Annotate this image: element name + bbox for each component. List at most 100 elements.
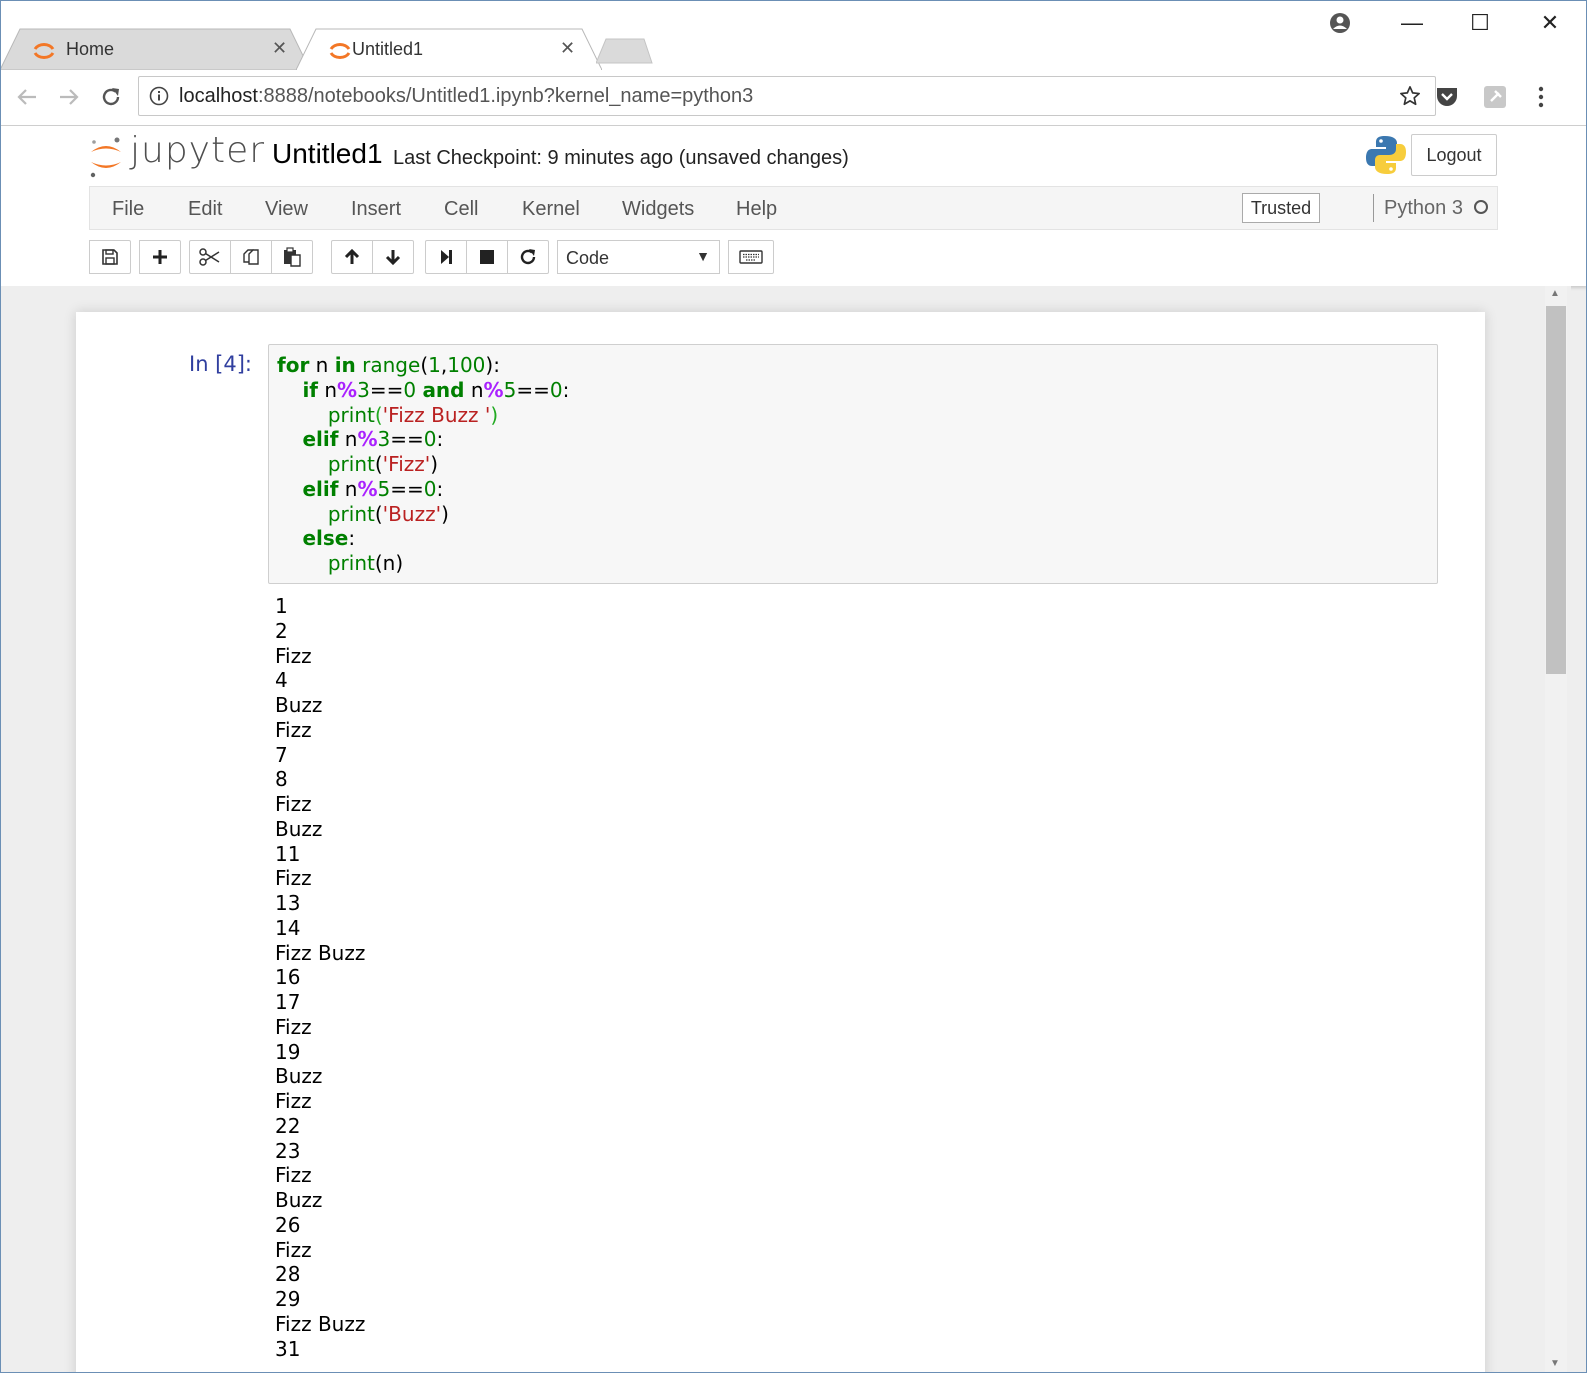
output-line: 8 bbox=[275, 767, 288, 792]
insert-group bbox=[139, 240, 181, 274]
close-window-button[interactable]: ✕ bbox=[1530, 8, 1570, 38]
code-cell-editor[interactable]: for n in range(1,100): if n%3==0 and n%5… bbox=[268, 344, 1438, 584]
run-button[interactable] bbox=[425, 240, 467, 274]
address-bar[interactable]: localhost:8888/notebooks/Untitled1.ipynb… bbox=[138, 76, 1436, 116]
output-line: Fizz bbox=[275, 1237, 312, 1262]
tab-title: Untitled1 bbox=[352, 39, 424, 59]
cut-button[interactable] bbox=[189, 240, 231, 274]
command-palette-button[interactable] bbox=[728, 240, 774, 274]
scroll-down-icon[interactable]: ▼ bbox=[1550, 1358, 1560, 1369]
maximize-button[interactable]: ☐ bbox=[1460, 8, 1500, 38]
kernel-name[interactable]: Python 3 bbox=[1373, 194, 1463, 222]
code-line: if n%3==0 and n%5==0: bbox=[302, 377, 570, 402]
pocket-icon[interactable] bbox=[1432, 82, 1462, 112]
url-path: :8888/notebooks/Untitled1.ipynb?kernel_n… bbox=[257, 85, 754, 107]
tab-title: Home bbox=[66, 39, 115, 59]
save-group bbox=[89, 240, 131, 274]
menu-widgets[interactable]: Widgets bbox=[622, 198, 694, 221]
jupyter-logo-icon[interactable] bbox=[88, 134, 124, 178]
insert-cell-button[interactable] bbox=[139, 240, 181, 274]
url-text: localhost:8888/notebooks/Untitled1.ipynb… bbox=[179, 85, 753, 108]
menu-help[interactable]: Help bbox=[736, 198, 777, 221]
cell-output: 1 2 Fizz 4 Buzz Fizz 7 8 Fizz Buzz 11 Fizz 13 14 Fizz … bbox=[275, 594, 365, 1361]
menu-edit[interactable]: Edit bbox=[188, 198, 222, 221]
output-line: 19 bbox=[275, 1039, 301, 1064]
output-line: Buzz bbox=[275, 693, 323, 717]
arrow-left-icon[interactable] bbox=[12, 82, 42, 112]
output-line: 29 bbox=[275, 1287, 301, 1311]
interrupt-button[interactable] bbox=[466, 240, 508, 274]
jupyter-spinner-icon bbox=[33, 43, 55, 59]
output-line: 4 bbox=[275, 668, 288, 693]
move-down-button[interactable] bbox=[372, 240, 414, 274]
code-line: print('Fizz Buzz ') bbox=[327, 402, 499, 427]
kernel-idle-icon bbox=[1474, 200, 1488, 214]
output-line: Fizz bbox=[275, 792, 312, 816]
move-group bbox=[331, 240, 414, 274]
output-line: Fizz Buzz bbox=[275, 940, 366, 965]
output-line: 23 bbox=[275, 1138, 301, 1163]
account-icon[interactable] bbox=[1320, 8, 1360, 38]
jupyter-header: jupyter Untitled1 Last Checkpoint: 9 min… bbox=[0, 126, 1587, 286]
restart-icon bbox=[520, 249, 536, 265]
reload-icon[interactable] bbox=[96, 82, 126, 112]
plus-icon bbox=[153, 250, 167, 264]
code-line: for n in range(1,100): bbox=[277, 353, 500, 377]
scrollbar[interactable]: ▲ ▼ bbox=[1545, 286, 1567, 1373]
output-line: 22 bbox=[275, 1113, 301, 1138]
minimize-button[interactable]: — bbox=[1392, 8, 1432, 38]
save-button[interactable] bbox=[89, 240, 131, 274]
restart-button[interactable] bbox=[507, 240, 549, 274]
output-line: 2 bbox=[275, 618, 288, 643]
command-palette-group bbox=[728, 240, 774, 274]
floppy-icon bbox=[102, 249, 118, 265]
output-line: 13 bbox=[275, 891, 301, 915]
menu-cell[interactable]: Cell bbox=[444, 198, 478, 221]
arrow-down-icon bbox=[385, 250, 401, 266]
cell-type-select[interactable]: Code ▼ bbox=[557, 240, 720, 274]
arrow-up-icon bbox=[344, 248, 360, 264]
copy-button[interactable] bbox=[230, 240, 272, 274]
output-line: 16 bbox=[275, 965, 301, 990]
paste-button[interactable] bbox=[271, 240, 313, 274]
input-prompt: In [4]: bbox=[189, 352, 252, 376]
output-line: 14 bbox=[275, 915, 301, 940]
tab-close-icon[interactable]: ✕ bbox=[272, 38, 287, 59]
trusted-indicator[interactable]: Trusted bbox=[1242, 193, 1320, 223]
jupyter-spinner-icon bbox=[329, 43, 351, 59]
code-text[interactable]: for n in range(1,100): if n%3==0 and n%5… bbox=[277, 353, 569, 576]
tab-close-icon[interactable]: ✕ bbox=[560, 38, 575, 59]
scroll-thumb[interactable] bbox=[1546, 306, 1566, 674]
code-line: elif n%5==0: bbox=[302, 476, 444, 501]
code-line: else: bbox=[302, 526, 356, 551]
kebab-menu-icon[interactable] bbox=[1526, 82, 1556, 112]
output-line: Fizz bbox=[275, 866, 312, 891]
scissors-icon bbox=[199, 248, 220, 266]
output-line: 26 bbox=[275, 1212, 301, 1237]
copy-icon bbox=[243, 249, 259, 265]
menu-insert[interactable]: Insert bbox=[351, 198, 401, 221]
new-tab-button[interactable] bbox=[596, 38, 654, 64]
output-line: 7 bbox=[275, 742, 288, 767]
menu-kernel[interactable]: Kernel bbox=[522, 198, 580, 221]
move-up-button[interactable] bbox=[331, 240, 373, 274]
code-line: print('Fizz') bbox=[327, 452, 439, 476]
step-forward-icon bbox=[441, 250, 452, 264]
logout-button[interactable]: Logout bbox=[1411, 134, 1497, 176]
code-line: elif n%3==0: bbox=[302, 427, 444, 452]
pin-extension-icon[interactable] bbox=[1480, 82, 1510, 112]
scroll-up-icon[interactable]: ▲ bbox=[1550, 288, 1560, 299]
info-icon[interactable] bbox=[149, 86, 169, 106]
menu-view[interactable]: View bbox=[265, 198, 308, 221]
star-icon[interactable] bbox=[1399, 85, 1421, 107]
arrow-right-icon[interactable] bbox=[54, 82, 84, 112]
notebook-name[interactable]: Untitled1 bbox=[272, 138, 383, 170]
tab-untitled1[interactable]: Untitled1 ✕ bbox=[296, 28, 602, 70]
menu-file[interactable]: File bbox=[112, 198, 144, 221]
chevron-down-icon: ▼ bbox=[696, 248, 710, 264]
output-line: Buzz bbox=[275, 1188, 323, 1212]
tab-home[interactable]: Home ✕ bbox=[0, 28, 310, 70]
jupyter-logo-text[interactable]: jupyter bbox=[130, 130, 265, 171]
browser-toolbar: localhost:8888/notebooks/Untitled1.ipynb… bbox=[0, 70, 1587, 126]
output-line: Fizz bbox=[275, 643, 312, 668]
